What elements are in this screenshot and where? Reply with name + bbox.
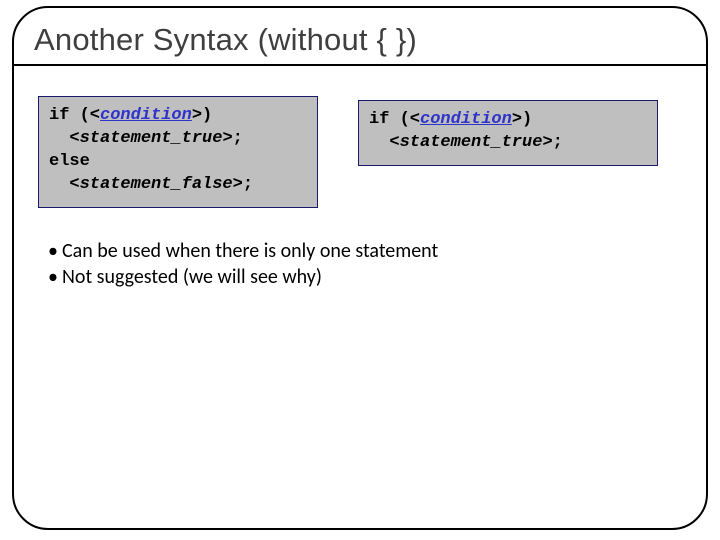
slide-title: Another Syntax (without { })	[14, 8, 706, 64]
slide-frame: Another Syntax (without { }) if (<condit…	[12, 6, 708, 530]
code-text: <	[49, 129, 80, 148]
code-text: >)	[192, 106, 212, 125]
list-item: • Can be used when there is only one sta…	[48, 238, 706, 264]
bullet-list: • Can be used when there is only one sta…	[14, 208, 706, 290]
code-row: if (<condition>) <statement_true>; else …	[14, 66, 706, 208]
code-condition: condition	[100, 106, 192, 125]
code-text: >)	[512, 110, 532, 129]
code-text: <	[49, 175, 80, 194]
code-box-if-only: if (<condition>) <statement_true>;	[358, 100, 658, 166]
code-text: >;	[542, 133, 562, 152]
code-text: >;	[233, 175, 253, 194]
code-text: >;	[222, 129, 242, 148]
bullet-glyph: •	[48, 238, 62, 264]
code-condition: condition	[420, 110, 512, 129]
code-stmt-false: statement_false	[80, 175, 233, 194]
code-box-if-else: if (<condition>) <statement_true>; else …	[38, 96, 318, 208]
bullet-text: Can be used when there is only one state…	[62, 238, 438, 264]
list-item: • Not suggested (we will see why)	[48, 264, 706, 290]
code-text: else	[49, 152, 90, 171]
bullet-text: Not suggested (we will see why)	[62, 264, 322, 290]
bullet-glyph: •	[48, 264, 62, 290]
code-text: if (<	[49, 106, 100, 125]
code-stmt-true: statement_true	[80, 129, 223, 148]
code-text: if (<	[369, 110, 420, 129]
code-stmt-true: statement_true	[400, 133, 543, 152]
code-text: <	[369, 133, 400, 152]
